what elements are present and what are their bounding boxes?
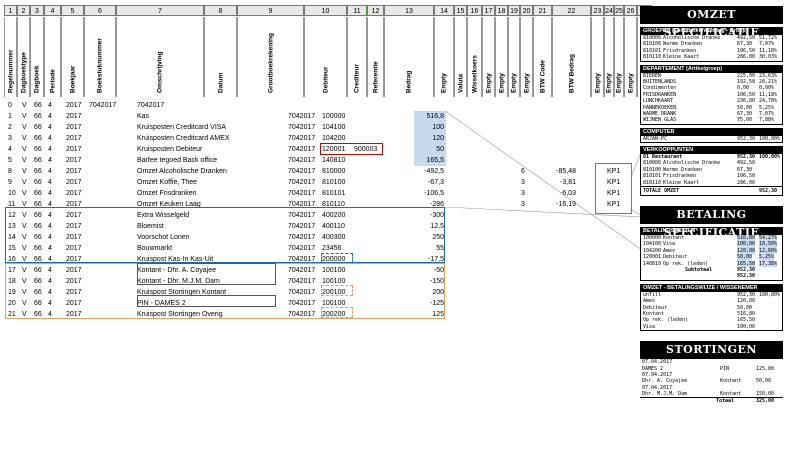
- groep-line-field: 286,00: [737, 54, 756, 61]
- stortingen-title: STORTINGEN KLANTEN: [640, 341, 783, 374]
- groep-line: 810110 Kleine Kaart 286,00 30,03%: [641, 54, 782, 60]
- groepen-list: 810000 Alcoholische Dranke 492,50 51,72% 810…: [641, 35, 782, 61]
- betaling-title: BETALING SPECIFICATIE: [640, 206, 783, 239]
- departement-line: WIJNEN GLAS 75,00 7,88%: [641, 117, 782, 123]
- departement-title: DEPARTEMENT (Artikelgroep): [641, 65, 782, 73]
- groepen-block: GROEPEN (Grootboekrekening - Groep) 8100…: [640, 27, 783, 62]
- groepen-title: GROEPEN (Grootboekrekening - Groep): [641, 28, 782, 35]
- omzet-title: OMZET SPECIFICATIE: [640, 6, 783, 39]
- verkooppunten-title: VERKOOPPUNTEN: [641, 147, 782, 155]
- connector-line: [444, 206, 643, 218]
- computer-line: ARJAN-PC 952,30 100,00%: [641, 136, 782, 142]
- connector-line: [444, 110, 643, 251]
- betaling-block: BETALINGSWIJZEN 100000 Kontant 516,80 54,27…: [640, 227, 783, 281]
- computer-amount: 952,30: [737, 135, 756, 142]
- omzet-betaling-line-field: 100,00: [737, 323, 756, 330]
- stortingen-total-value: 325,00: [756, 398, 775, 405]
- computer-block: COMPUTER ARJAN-PC 952,30 100,00%: [640, 127, 783, 144]
- receipt-panel: OMZET SPECIFICATIE GROEPEN (Grootboekrek…: [640, 6, 783, 456]
- departement-list: BIEREN 225,00 23,63% BUITENLANDS 192,50 20,21…: [641, 73, 782, 124]
- totale-omzet-line: TOTALE OMZET 952,30: [641, 186, 782, 195]
- computer-pct: 100,00%: [759, 135, 781, 142]
- departement-line-field: 75,00: [737, 117, 753, 124]
- computer-name: ARJAN-PC: [643, 135, 668, 142]
- verkoop-list: 810000 Alcoholische Dranke 492,50 810100 War…: [641, 160, 782, 186]
- omzet-betaling-list: unTill 952,30 100,00% Amex 120,00 Debiteur 50,…: [641, 292, 782, 330]
- groep-line-field: 810110: [643, 54, 662, 61]
- totale-omzet-value: 952,30: [759, 188, 778, 195]
- computer-title: COMPUTER: [641, 128, 782, 136]
- stortingen-list: 07.04.2017 DAMES 2 PIN 125,00 07.04.2017 Dhr.…: [640, 359, 783, 397]
- departement-block: DEPARTEMENT (Artikelgroep) BIEREN 225,00 2…: [640, 64, 783, 125]
- subtotaal-value-2: 952,30: [737, 273, 756, 280]
- stortingen-total-label: Totaal: [716, 398, 735, 405]
- omzet-betaling-line: Visa 100,00: [641, 324, 782, 330]
- omzet-betaling-title: OMZET - BETALINGSWIJZE / WISSENEMER: [641, 284, 782, 292]
- omzet-betaling-block: OMZET - BETALINGSWIJZE / WISSENEMER unTi…: [640, 283, 783, 332]
- groep-line-field: 30,03%: [759, 54, 778, 61]
- betaling-list: 100000 Kontant 516,80 54,27% 104100 Visa 100,0…: [641, 235, 782, 267]
- departement-line-field: 7,88%: [759, 117, 775, 124]
- subtotaal-line-2: 952,30: [641, 273, 782, 279]
- verkooppunten-block: VERKOOPPUNTEN 01 Restaurant 952,30 100,0…: [640, 146, 783, 197]
- groep-line-field: Kleine Kaart: [663, 54, 700, 61]
- omzet-betaling-line-field: Visa: [643, 323, 656, 330]
- stortingen-total-line: Totaal 325,00: [640, 397, 783, 404]
- totale-omzet-label: TOTALE OMZET: [643, 188, 680, 195]
- departement-line-field: WIJNEN GLAS: [643, 117, 677, 124]
